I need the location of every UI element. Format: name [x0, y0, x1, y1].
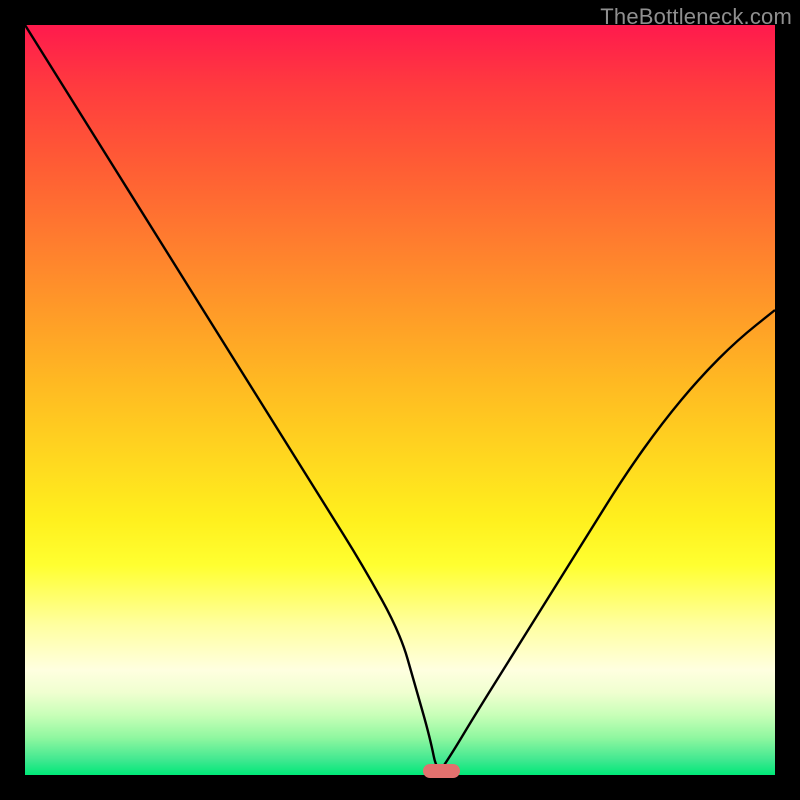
chart-frame: TheBottleneck.com — [0, 0, 800, 800]
optimal-marker — [423, 764, 461, 778]
plot-area — [25, 25, 775, 775]
bottleneck-curve — [25, 25, 775, 775]
watermark-text: TheBottleneck.com — [600, 4, 792, 30]
